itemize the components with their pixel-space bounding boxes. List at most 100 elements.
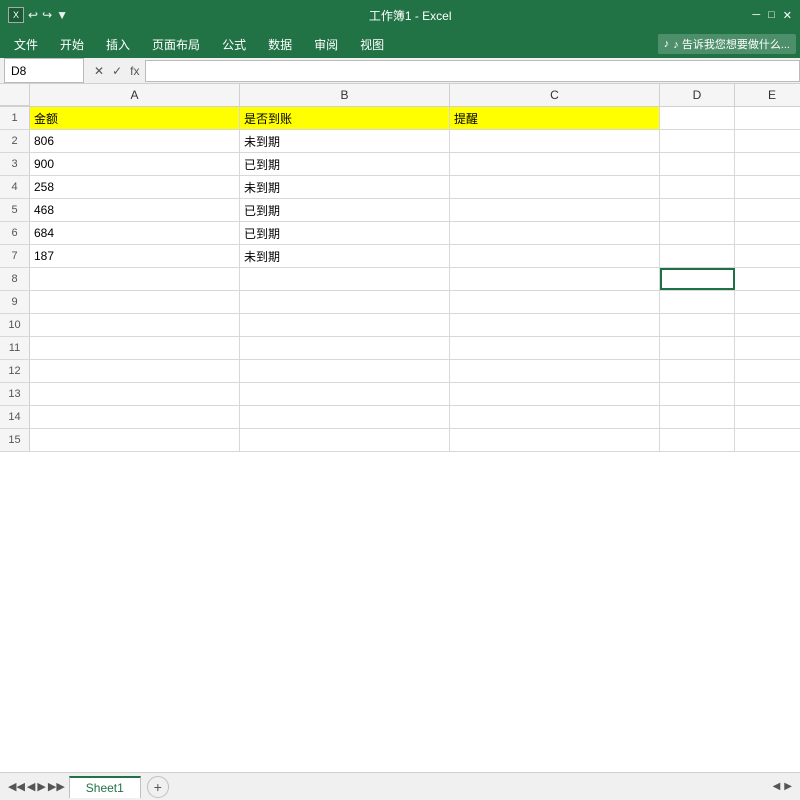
cell-E8[interactable] <box>735 268 800 290</box>
cell-D15[interactable] <box>660 429 735 451</box>
cell-B13[interactable] <box>240 383 450 405</box>
cell-D12[interactable] <box>660 360 735 382</box>
cell-C7[interactable] <box>450 245 660 267</box>
search-box[interactable]: ♪ ♪ 告诉我您想要做什么... <box>658 34 796 54</box>
cell-E4[interactable] <box>735 176 800 198</box>
cell-D8[interactable] <box>660 268 735 290</box>
cell-C4[interactable] <box>450 176 660 198</box>
cell-C10[interactable] <box>450 314 660 336</box>
sheet-scroll-prev[interactable]: ◀ <box>27 780 35 793</box>
cell-B15[interactable] <box>240 429 450 451</box>
cell-B2[interactable]: 未到期 <box>240 130 450 152</box>
cell-A14[interactable] <box>30 406 240 428</box>
cell-B1[interactable]: 是否到账 <box>240 107 450 129</box>
cell-E3[interactable] <box>735 153 800 175</box>
cell-C1[interactable]: 提醒 <box>450 107 660 129</box>
undo-button[interactable]: ↩ <box>28 8 38 22</box>
cell-E12[interactable] <box>735 360 800 382</box>
cell-A6[interactable]: 684 <box>30 222 240 244</box>
cell-E14[interactable] <box>735 406 800 428</box>
cell-E1[interactable] <box>735 107 800 129</box>
scroll-left-icon[interactable]: ◀ <box>773 781 781 792</box>
cell-B11[interactable] <box>240 337 450 359</box>
sheet-nav-left[interactable]: ◀◀ ◀ ▶ ▶▶ <box>4 780 69 793</box>
col-header-e[interactable]: E <box>735 84 800 106</box>
cell-C5[interactable] <box>450 199 660 221</box>
cell-A7[interactable]: 187 <box>30 245 240 267</box>
menu-view[interactable]: 视图 <box>350 33 394 56</box>
menu-page-layout[interactable]: 页面布局 <box>142 33 210 56</box>
menu-insert[interactable]: 插入 <box>96 33 140 56</box>
cell-C3[interactable] <box>450 153 660 175</box>
cell-C15[interactable] <box>450 429 660 451</box>
cell-reference-box[interactable]: D8 <box>4 58 84 83</box>
insert-function-button[interactable]: fx <box>128 64 141 78</box>
maximize-button[interactable]: □ <box>768 9 775 22</box>
cell-C12[interactable] <box>450 360 660 382</box>
col-header-d[interactable]: D <box>660 84 735 106</box>
cell-E15[interactable] <box>735 429 800 451</box>
cell-D2[interactable] <box>660 130 735 152</box>
cell-D11[interactable] <box>660 337 735 359</box>
cell-E11[interactable] <box>735 337 800 359</box>
scroll-right-icon[interactable]: ▶ <box>784 781 792 792</box>
cell-A2[interactable]: 806 <box>30 130 240 152</box>
cancel-formula-button[interactable]: ✕ <box>92 64 106 78</box>
cell-D10[interactable] <box>660 314 735 336</box>
cell-D4[interactable] <box>660 176 735 198</box>
cell-E10[interactable] <box>735 314 800 336</box>
menu-file[interactable]: 文件 <box>4 33 48 56</box>
close-button[interactable]: ✕ <box>783 9 792 22</box>
cell-B5[interactable]: 已到期 <box>240 199 450 221</box>
quick-access-dropdown[interactable]: ▼ <box>56 8 68 22</box>
cell-C14[interactable] <box>450 406 660 428</box>
cell-B3[interactable]: 已到期 <box>240 153 450 175</box>
cell-C13[interactable] <box>450 383 660 405</box>
cell-A10[interactable] <box>30 314 240 336</box>
cell-D6[interactable] <box>660 222 735 244</box>
cell-E7[interactable] <box>735 245 800 267</box>
sheet-scroll-next[interactable]: ▶ <box>37 780 45 793</box>
cell-E6[interactable] <box>735 222 800 244</box>
menu-formula[interactable]: 公式 <box>212 33 256 56</box>
cell-A9[interactable] <box>30 291 240 313</box>
search-text[interactable]: ♪ 告诉我您想要做什么... <box>673 36 790 52</box>
cell-D1[interactable] <box>660 107 735 129</box>
col-header-b[interactable]: B <box>240 84 450 106</box>
cell-C11[interactable] <box>450 337 660 359</box>
cell-A13[interactable] <box>30 383 240 405</box>
cell-B10[interactable] <box>240 314 450 336</box>
formula-input[interactable] <box>145 60 800 82</box>
cell-B7[interactable]: 未到期 <box>240 245 450 267</box>
cell-E13[interactable] <box>735 383 800 405</box>
cell-C9[interactable] <box>450 291 660 313</box>
cell-B6[interactable]: 已到期 <box>240 222 450 244</box>
cell-B9[interactable] <box>240 291 450 313</box>
cell-A3[interactable]: 900 <box>30 153 240 175</box>
cell-C8[interactable] <box>450 268 660 290</box>
cell-E2[interactable] <box>735 130 800 152</box>
add-sheet-button[interactable]: + <box>147 776 169 798</box>
menu-review[interactable]: 审阅 <box>304 33 348 56</box>
col-header-a[interactable]: A <box>30 84 240 106</box>
minimize-button[interactable]: ─ <box>752 9 760 22</box>
cell-B4[interactable]: 未到期 <box>240 176 450 198</box>
cell-D7[interactable] <box>660 245 735 267</box>
cell-A4[interactable]: 258 <box>30 176 240 198</box>
cell-A11[interactable] <box>30 337 240 359</box>
cell-E5[interactable] <box>735 199 800 221</box>
cell-A1[interactable]: 金额 <box>30 107 240 129</box>
sheet-tab-sheet1[interactable]: Sheet1 <box>69 776 141 798</box>
cell-A15[interactable] <box>30 429 240 451</box>
cell-B12[interactable] <box>240 360 450 382</box>
cell-D13[interactable] <box>660 383 735 405</box>
col-header-c[interactable]: C <box>450 84 660 106</box>
cell-D9[interactable] <box>660 291 735 313</box>
sheet-scroll-last[interactable]: ▶▶ <box>48 780 65 793</box>
cell-D14[interactable] <box>660 406 735 428</box>
redo-button[interactable]: ↪ <box>42 8 52 22</box>
cell-B14[interactable] <box>240 406 450 428</box>
cell-A8[interactable] <box>30 268 240 290</box>
cell-C6[interactable] <box>450 222 660 244</box>
confirm-formula-button[interactable]: ✓ <box>110 64 124 78</box>
